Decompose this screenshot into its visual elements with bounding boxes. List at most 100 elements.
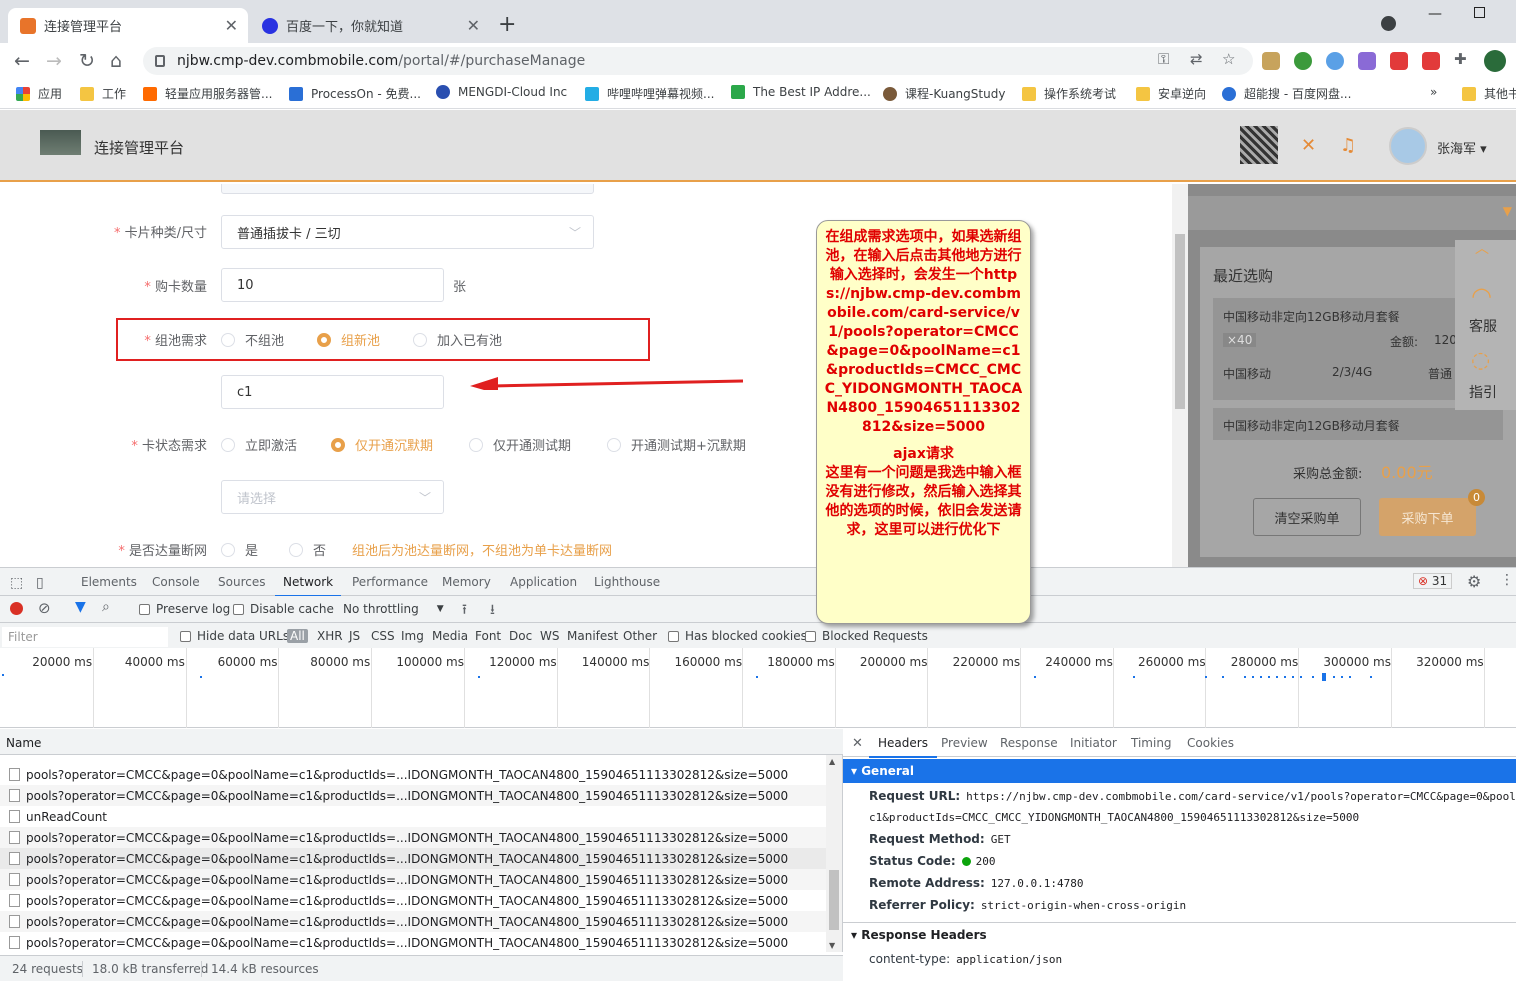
extension-icon[interactable] xyxy=(1294,52,1312,70)
tab-lighthouse[interactable]: Lighthouse xyxy=(594,575,660,589)
tab-cookies[interactable]: Cookies xyxy=(1187,736,1234,750)
headset-icon[interactable]: ◠ xyxy=(1471,282,1492,310)
request-row[interactable]: pools?operator=CMCC&page=0&poolName=c1&p… xyxy=(0,848,826,869)
quantity-input[interactable]: 10 xyxy=(221,268,444,302)
bookmark-folder[interactable]: 其他书 xyxy=(1462,85,1516,102)
request-row[interactable]: pools?operator=CMCC&page=0&poolName=c1&p… xyxy=(0,890,826,911)
chat-bubble-icon[interactable]: ◌ xyxy=(1471,348,1490,373)
collapse-up-icon[interactable]: ︿ xyxy=(1475,238,1489,258)
request-row[interactable]: pools?operator=CMCC&page=0&poolName=c1&p… xyxy=(0,911,826,932)
request-row[interactable]: pools?operator=CMCC&page=0&poolName=c1&p… xyxy=(0,785,826,806)
page-scrollbar[interactable] xyxy=(1172,184,1188,567)
response-headers-section[interactable]: ▾ Response Headers xyxy=(843,922,1516,946)
extension-icon[interactable] xyxy=(1358,52,1376,70)
radio-new-pool[interactable]: 组新池 xyxy=(317,330,380,349)
key-icon[interactable]: ⚿ xyxy=(1158,50,1169,68)
card-type-select[interactable]: 普通插拔卡 / 三切 ﹀ xyxy=(221,215,594,249)
filter-input[interactable]: Filter xyxy=(2,627,168,647)
close-tab-icon[interactable]: ✕ xyxy=(225,16,238,35)
reload-icon[interactable]: ↻ xyxy=(79,50,95,72)
request-row[interactable]: pools?operator=CMCC&page=0&poolName=c1&p… xyxy=(0,764,826,785)
tab-application[interactable]: Application xyxy=(510,575,577,589)
qr-code-icon[interactable] xyxy=(1240,126,1278,164)
error-count-badge[interactable]: ⊗ 31 xyxy=(1413,573,1453,589)
request-row[interactable]: pools?operator=CMCC&page=0&poolName=c1&p… xyxy=(0,827,826,848)
blocked-cookies-checkbox[interactable]: Has blocked cookies xyxy=(668,629,807,643)
radio-silent-only[interactable]: 仅开通沉默期 xyxy=(331,435,433,454)
bookmark-item[interactable]: The Best IP Addre... xyxy=(731,85,871,99)
type-filter-manifest[interactable]: Manifest xyxy=(567,629,618,643)
close-detail-icon[interactable]: ✕ xyxy=(852,736,863,751)
clear-icon[interactable]: ⊘ xyxy=(38,599,51,617)
username-dropdown[interactable]: 张海军 ▾ xyxy=(1437,138,1487,157)
throttling-select[interactable]: No throttling ▼ xyxy=(343,602,444,616)
request-row[interactable]: pools?operator=CMCC&page=0&poolName=c1&p… xyxy=(0,869,826,890)
radio-no-pool[interactable]: 不组池 xyxy=(221,330,284,349)
type-filter-other[interactable]: Other xyxy=(623,629,657,643)
type-filter-xhr[interactable]: XHR xyxy=(317,629,343,643)
type-filter-img[interactable]: Img xyxy=(401,629,424,643)
bookmarks-overflow-icon[interactable]: » xyxy=(1430,85,1437,99)
device-toggle-icon[interactable]: ▯ xyxy=(36,575,44,591)
status-period-select[interactable]: 请选择 ﹀ xyxy=(221,480,444,514)
extension-icon[interactable] xyxy=(1390,52,1408,70)
service-label[interactable]: 客服 xyxy=(1469,316,1497,336)
bookmark-apps[interactable]: 应用 xyxy=(16,85,62,102)
puzzle-icon[interactable]: ✚ xyxy=(1454,50,1467,68)
type-filter-js[interactable]: JS xyxy=(349,629,360,643)
minimize-icon[interactable]: — xyxy=(1428,6,1442,22)
network-timeline[interactable]: 20000 ms 40000 ms 60000 ms 80000 ms 100000 m… xyxy=(0,648,1516,728)
radio-cutoff-yes[interactable]: 是 xyxy=(221,540,258,559)
home-icon[interactable]: ⌂ xyxy=(110,50,122,72)
scroll-up-icon[interactable]: ▲ xyxy=(829,757,835,766)
tab-response[interactable]: Response xyxy=(1000,736,1058,750)
radio-activate-now[interactable]: 立即激活 xyxy=(221,435,297,454)
radio-test-only[interactable]: 仅开通测试期 xyxy=(469,435,571,454)
tab-memory[interactable]: Memory xyxy=(442,575,491,589)
settings-gear-icon[interactable]: ⚙ xyxy=(1467,572,1481,591)
maximize-icon[interactable] xyxy=(1474,7,1485,18)
tab-performance[interactable]: Performance xyxy=(352,575,428,589)
tab-network[interactable]: Network xyxy=(274,575,342,597)
avatar[interactable] xyxy=(1389,127,1427,165)
radio-test-and-silent[interactable]: 开通测试期+沉默期 xyxy=(607,435,746,454)
tab-console[interactable]: Console xyxy=(152,575,200,589)
tab-connection-platform[interactable]: 连接管理平台 ✕ xyxy=(8,8,248,43)
radio-cutoff-no[interactable]: 否 xyxy=(289,540,326,559)
request-row[interactable]: unReadCount xyxy=(0,806,826,827)
tab-search-icon[interactable] xyxy=(1381,16,1396,31)
bookmark-item[interactable]: 轻量应用服务器管... xyxy=(143,85,272,102)
preserve-log-checkbox[interactable]: Preserve log xyxy=(139,602,230,616)
scroll-down-icon[interactable]: ▼ xyxy=(829,941,835,950)
extension-icon[interactable] xyxy=(1326,52,1344,70)
type-filter-media[interactable]: Media xyxy=(432,629,468,643)
new-tab-icon[interactable]: + xyxy=(498,12,516,37)
address-bar[interactable]: njbw.cmp-dev.combmobile.com/portal/#/pur… xyxy=(143,47,1253,75)
bookmark-item[interactable]: 超能搜 - 百度网盘... xyxy=(1222,85,1351,102)
scroll-thumb[interactable] xyxy=(829,870,839,930)
extension-icon[interactable] xyxy=(1422,52,1440,70)
disable-cache-checkbox[interactable]: Disable cache xyxy=(233,602,334,616)
bookmark-item[interactable]: 哔哩哔哩弹幕视频... xyxy=(585,85,714,102)
extension-icon[interactable] xyxy=(1262,52,1280,70)
import-har-icon[interactable]: ⭱ xyxy=(462,599,467,623)
tab-elements[interactable]: Elements xyxy=(81,575,137,589)
caret-down-icon[interactable]: ▼ xyxy=(1503,204,1512,218)
inspect-element-icon[interactable]: ⬚ xyxy=(10,575,23,591)
pool-name-input[interactable]: c1 xyxy=(221,375,444,409)
notification-bell-icon[interactable]: ♫ xyxy=(1340,135,1356,156)
radio-join-pool[interactable]: 加入已有池 xyxy=(413,330,502,349)
bookmark-item[interactable]: MENGDI-Cloud Inc xyxy=(436,85,567,99)
name-column-header[interactable]: Name xyxy=(0,729,843,755)
bookmark-folder[interactable]: 工作 xyxy=(80,85,126,102)
fullscreen-icon[interactable]: ✕ xyxy=(1301,135,1316,156)
request-list-scrollbar[interactable]: ▲ ▼ xyxy=(826,755,842,952)
tab-preview[interactable]: Preview xyxy=(941,736,988,750)
guide-label[interactable]: 指引 xyxy=(1469,382,1497,402)
forward-icon[interactable]: → xyxy=(46,50,62,72)
more-menu-icon[interactable]: ⋮ xyxy=(1500,572,1514,588)
place-order-button[interactable]: 采购下单 xyxy=(1379,498,1476,536)
general-section-header[interactable]: ▾ General xyxy=(843,759,1516,783)
bookmark-folder[interactable]: 操作系统考试 xyxy=(1022,85,1116,102)
search-icon[interactable]: ⌕ xyxy=(102,599,110,615)
